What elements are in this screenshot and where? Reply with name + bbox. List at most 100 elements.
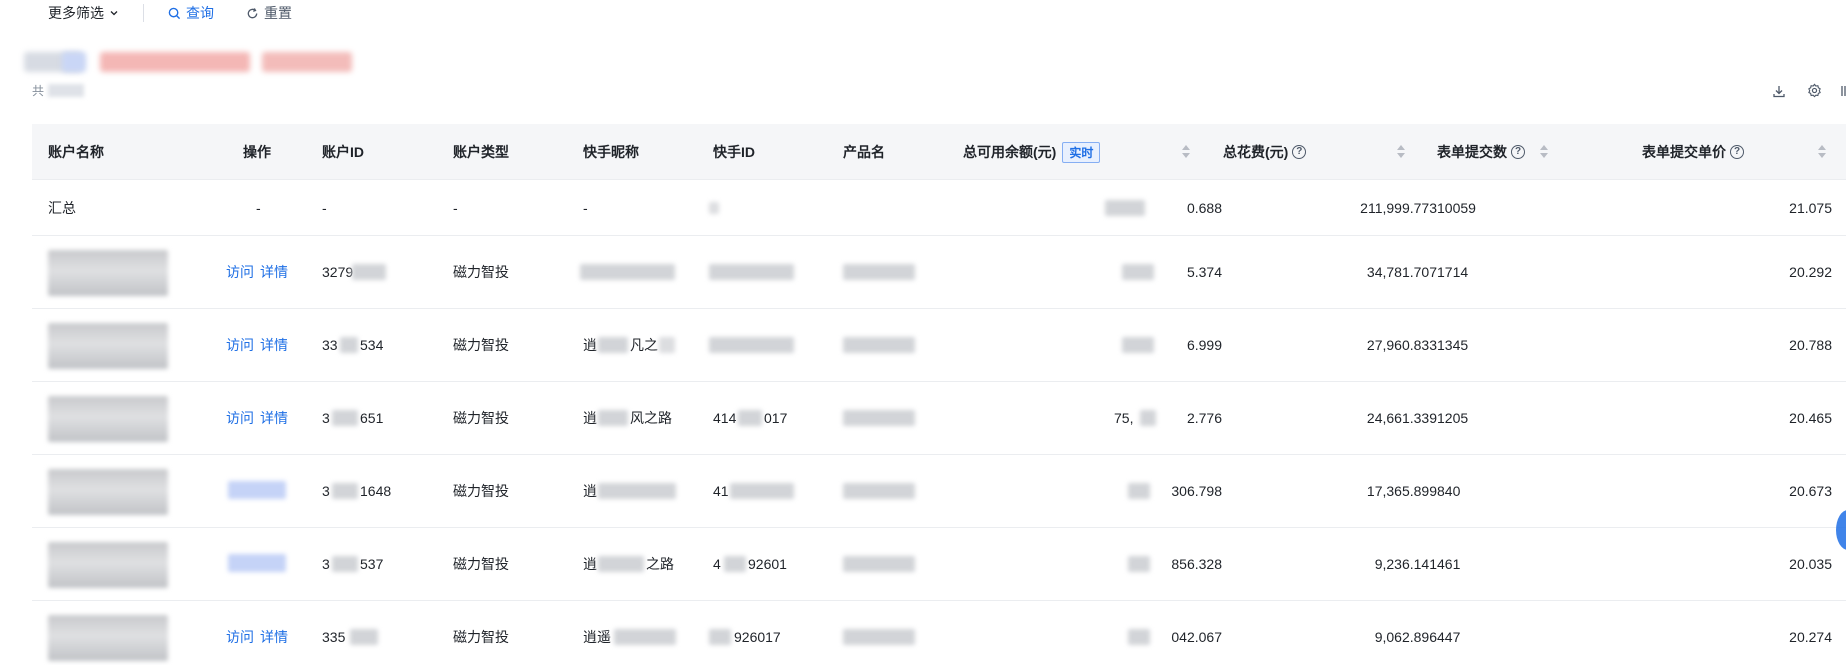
ks-id-tail: 017 — [764, 410, 788, 426]
column-header-form-count[interactable]: 表单提交数 ? — [1437, 124, 1525, 180]
chevron-down-icon — [110, 11, 118, 16]
ks-id-cell: 41 — [713, 483, 729, 499]
detail-link[interactable]: 详情 — [260, 262, 288, 282]
account-id-tail: 537 — [360, 556, 384, 572]
redacted-product-name — [843, 337, 915, 353]
summary-row: 汇总 - - - - 0.688 211,999.773 10059 21.07… — [32, 180, 1846, 236]
balance-cell: 5.374 — [1186, 264, 1222, 280]
row-actions: 访问 详情 — [226, 382, 288, 454]
sort-icon[interactable] — [1539, 144, 1549, 160]
toolbar-divider — [143, 4, 144, 22]
redacted-account-name — [48, 615, 168, 661]
help-icon[interactable]: ? — [1730, 145, 1744, 159]
redacted-product-name — [843, 629, 915, 645]
redacted-cell — [614, 629, 676, 645]
search-button[interactable]: 查询 — [168, 0, 214, 26]
redacted-cell — [340, 337, 358, 353]
total-count-label: 共 — [32, 84, 45, 98]
ks-nickname-part: 凡之 — [630, 337, 658, 353]
visit-link[interactable]: 访问 — [226, 262, 254, 282]
visit-link[interactable]: 访问 — [226, 408, 254, 428]
summary-account-type: - — [453, 199, 458, 216]
form-unit-price-cell: 20.465 — [1789, 410, 1832, 426]
balance-cell: 856.328 — [1171, 556, 1222, 572]
redacted-cell — [598, 556, 644, 572]
account-id-tail: 534 — [360, 337, 384, 353]
account-type-cell: 磁力智投 — [453, 556, 509, 572]
column-header-total-cost[interactable]: 总花费(元) ? — [1223, 124, 1307, 180]
redacted-ks-id — [730, 483, 794, 499]
sort-icon[interactable] — [1396, 144, 1406, 160]
summary-ks-nickname: - — [583, 199, 588, 216]
account-type-cell: 磁力智投 — [453, 629, 509, 645]
column-header-ks-id: 快手ID — [713, 144, 755, 160]
ks-nickname-cell: 逍 — [583, 410, 597, 426]
visit-link[interactable]: 访问 — [226, 627, 254, 647]
row-actions: 访问 详情 — [226, 309, 288, 381]
account-id-tail: 1648 — [360, 483, 392, 499]
redacted-product-name — [843, 410, 915, 426]
total-cost-cell: 17,365.899 — [1366, 483, 1437, 499]
refresh-icon — [247, 7, 258, 18]
account-type-cell: 磁力智投 — [453, 483, 509, 499]
more-filters-label: 更多筛选 — [48, 5, 104, 21]
search-icon — [168, 7, 181, 19]
column-header-account-name: 账户名称 — [48, 144, 104, 160]
sort-icon[interactable] — [1817, 144, 1827, 160]
help-icon[interactable]: ? — [1292, 145, 1307, 159]
column-settings-icon[interactable] — [1840, 84, 1846, 98]
redacted-cell — [738, 410, 762, 426]
table-row: 3 537 磁力智投 逍 之路 4 92601 856.328 9,236.14… — [32, 528, 1846, 601]
redacted-cell — [332, 410, 358, 426]
detail-link[interactable]: 详情 — [260, 627, 288, 647]
row-actions: 访问 详情 — [226, 236, 288, 308]
ks-id-tail: 926017 — [734, 629, 781, 645]
sort-icon[interactable] — [1181, 144, 1191, 160]
download-icon[interactable] — [1772, 84, 1786, 98]
help-icon[interactable]: ? — [1511, 145, 1525, 159]
form-count-header-label: 表单提交数 — [1437, 144, 1507, 160]
account-id-cell: 3279 — [322, 264, 354, 280]
account-type-cell: 磁力智投 — [453, 410, 509, 426]
summary-operation: - — [256, 199, 261, 216]
reset-label: 重置 — [264, 5, 292, 21]
visit-link[interactable]: 访问 — [226, 335, 254, 355]
settings-icon[interactable] — [1807, 83, 1822, 98]
column-header-form-unit-price[interactable]: 表单提交单价 ? — [1642, 124, 1744, 180]
filter-toolbar: 更多筛选 查询 重置 — [48, 0, 292, 26]
balance-cell: 6.999 — [1186, 337, 1222, 353]
balance-cell: 2.776 — [1186, 410, 1222, 426]
row-actions: 访问 详情 — [226, 601, 288, 665]
summary-form-count: 10059 — [1437, 199, 1476, 216]
form-count-cell: 1714 — [1437, 264, 1469, 280]
redacted-ks-nickname — [580, 264, 675, 280]
total-cost-cell: 9,236.141 — [1374, 556, 1437, 572]
redacted-title-accent — [62, 52, 86, 72]
detail-link[interactable]: 详情 — [260, 335, 288, 355]
ks-nickname-cell: 逍 — [583, 337, 597, 353]
column-header-balance[interactable]: 总可用余额(元) 实时 — [963, 124, 1101, 180]
redacted-title-segment — [262, 52, 352, 72]
table-row: 访问 详情 3279 磁力智投 5.374 34,781.707 1714 20… — [32, 236, 1846, 309]
balance-cell: 306.798 — [1171, 483, 1222, 499]
redacted-ks-id — [709, 264, 794, 280]
account-id-cell: 335 — [322, 629, 346, 645]
ks-nickname-cell: 逍 — [583, 556, 597, 572]
redacted-ks-id — [709, 337, 794, 353]
realtime-badge: 实时 — [1062, 141, 1101, 163]
more-filters-button[interactable]: 更多筛选 — [48, 0, 119, 26]
redacted-account-name — [48, 323, 168, 369]
redacted-cell — [659, 337, 675, 353]
total-cost-header-label: 总花费(元) — [1223, 144, 1289, 160]
search-label: 查询 — [186, 5, 214, 21]
reset-button[interactable]: 重置 — [246, 0, 292, 26]
summary-form-unit-price: 21.075 — [1789, 199, 1832, 216]
column-header-operation: 操作 — [243, 144, 271, 160]
table-row: 访问 详情 33 534 磁力智投 逍 凡之 6.999 27,960.833 … — [32, 309, 1846, 382]
redacted-cell — [332, 483, 358, 499]
redacted-cell — [709, 629, 731, 645]
ks-id-cell: 414 — [713, 410, 737, 426]
detail-link[interactable]: 详情 — [260, 408, 288, 428]
ks-nickname-cell: 逍 — [583, 483, 597, 499]
redacted-cell — [598, 410, 628, 426]
